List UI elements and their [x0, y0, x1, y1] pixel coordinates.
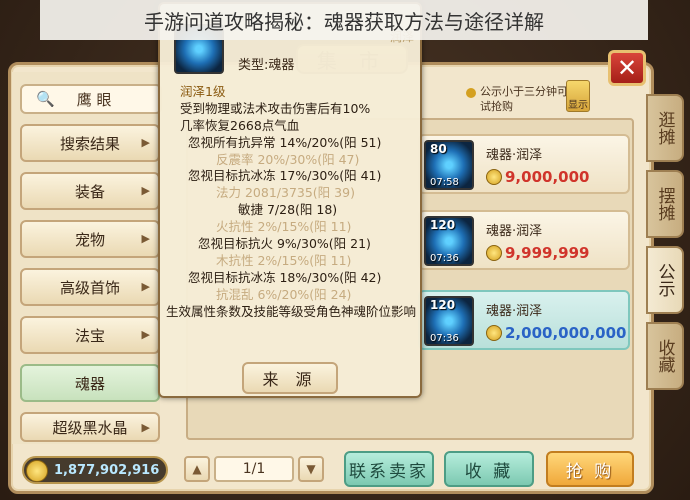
attribute-line: 受到物理或法术攻击伤害后有10% [180, 100, 371, 116]
price-value: 9,999,999 [505, 244, 590, 262]
item-time: 07:58 [430, 177, 459, 188]
item-level: 80 [430, 142, 447, 156]
sidebar-item-search-results[interactable]: 搜索结果 ▶ [20, 124, 160, 162]
contact-seller-button[interactable]: 联系卖家 [344, 451, 434, 487]
tab-set-stall[interactable]: 摆摊 [646, 170, 684, 238]
coin-icon [486, 325, 502, 341]
tab-browse-stalls[interactable]: 逛摊 [646, 94, 684, 162]
sidebar-item-label: 搜索结果 [59, 134, 120, 153]
chevron-down-icon: ▼ [306, 462, 316, 476]
attribute-line: 润泽1级 [180, 84, 226, 99]
chevron-right-icon: ▶ [141, 421, 150, 434]
tab-favorites[interactable]: 收藏 [646, 322, 684, 390]
item-time: 07:36 [430, 253, 459, 264]
sidebar-item-equipment[interactable]: 装备 ▶ [20, 172, 160, 210]
attribute-line: 反震率 20%/30%(阳 47) [216, 151, 360, 167]
listing-card[interactable]: 120 07:36 魂器·润泽 9,999,999 [418, 210, 630, 270]
attribute-line: 忽视目标抗冰冻 18%/30%(阳 42) [188, 269, 382, 285]
chevron-right-icon: ▶ [141, 184, 150, 197]
notice-text: 公示小于三分钟可尝试抢购 [480, 85, 579, 113]
page-up-button[interactable]: ▲ [184, 456, 210, 482]
sidebar-item-black-crystal[interactable]: 超级黑水晶 ▶ [20, 412, 160, 442]
attribute-line: 敏捷 7/28(阳 18) [238, 202, 338, 218]
money-value: 1,877,902,916 [54, 462, 160, 478]
search-icon: 🔍 [36, 90, 55, 108]
sidebar-item-jewelry[interactable]: 高级首饰 ▶ [20, 268, 160, 306]
listing-card[interactable]: 80 07:58 魂器·润泽 9,000,000 [418, 134, 630, 194]
item-tooltip: 类型:魂器 润泽 润泽1级受到物理或法术攻击伤害后有10%几率恢复2668点气血… [158, 2, 422, 398]
attribute-line: 忽视目标抗火 9%/30%(阳 21) [198, 236, 371, 252]
sidebar-item-label: 魂器 [74, 374, 105, 393]
buy-button[interactable]: 抢 购 [546, 451, 634, 487]
close-button[interactable]: ✕ [608, 50, 646, 86]
page-indicator: 1/1 [214, 456, 294, 482]
attribute-line: 几率恢复2668点气血 [180, 117, 300, 133]
chevron-right-icon: ▶ [141, 232, 150, 245]
price-value: 9,000,000 [505, 168, 590, 186]
sidebar-item-pets[interactable]: 宠物 ▶ [20, 220, 160, 258]
item-name: 魂器·润泽 [486, 224, 543, 239]
chevron-right-icon: ▶ [141, 280, 150, 293]
source-button[interactable]: 来 源 [242, 362, 338, 394]
item-time: 07:36 [430, 333, 459, 344]
attribute-line: 法力 2081/3735(阳 39) [216, 185, 355, 201]
sidebar-item-soul-vessel[interactable]: 魂器 [20, 364, 160, 402]
search-label: 鹰 眼 [76, 90, 112, 109]
soul-vessel-item-icon: 120 07:36 [424, 216, 474, 266]
soul-vessel-item-icon: 80 07:58 [424, 140, 474, 190]
public-notice-badge[interactable]: 显示 [566, 80, 590, 112]
coin-icon [486, 245, 502, 261]
tab-public-notice[interactable]: 公示 [646, 246, 684, 314]
item-name: 魂器·润泽 [486, 304, 543, 319]
info-icon [466, 88, 476, 98]
sidebar-item-label: 法宝 [74, 326, 105, 345]
money-display: 1,877,902,916 [22, 456, 168, 484]
item-price: 9,000,000 [486, 168, 589, 186]
coin-icon [486, 169, 502, 185]
sidebar-item-label: 超级黑水晶 [52, 418, 128, 437]
attribute-line: 忽视所有抗异常 14%/20%(阳 51) [188, 134, 382, 150]
search-button[interactable]: 🔍 鹰 眼 [20, 84, 162, 114]
coin-icon [26, 460, 48, 482]
attribute-line: 忽视目标抗冰冻 17%/30%(阳 41) [188, 168, 382, 184]
item-attributes: 润泽1级 受到物理或法术攻击伤害后有10% 几率恢复2668点气血 忽视所有抗异常 1… [160, 84, 424, 320]
price-value: 2,000,000,000 [505, 324, 627, 342]
sidebar-item-label: 高级首饰 [59, 278, 120, 297]
chevron-right-icon: ▶ [141, 136, 150, 149]
attribute-line: 火抗性 2%/15%(阳 11) [216, 219, 352, 235]
item-price: 9,999,999 [486, 244, 589, 262]
close-icon: ✕ [616, 54, 638, 82]
page-title: 手游问道攻略揭秘：魂器获取方法与途径详解 [40, 0, 648, 40]
chevron-right-icon: ▶ [141, 328, 150, 341]
attribute-line: 生效属性条数及技能等级受角色神魂阶位影响 [166, 303, 417, 319]
item-type: 类型:魂器 [238, 58, 295, 73]
sidebar-item-label: 装备 [74, 182, 105, 201]
sidebar-item-label: 宠物 [74, 230, 105, 249]
chevron-up-icon: ▲ [192, 462, 202, 476]
item-name: 魂器·润泽 [486, 148, 543, 163]
sidebar-item-artifact[interactable]: 法宝 ▶ [20, 316, 160, 354]
item-level: 120 [430, 298, 456, 312]
item-level: 120 [430, 218, 456, 232]
attribute-line: 木抗性 2%/15%(阳 11) [216, 252, 352, 268]
attribute-line: 抗混乱 6%/20%(阳 24) [216, 286, 352, 302]
page-down-button[interactable]: ▼ [298, 456, 324, 482]
favorite-button[interactable]: 收 藏 [444, 451, 534, 487]
soul-vessel-item-icon: 120 07:36 [424, 296, 474, 346]
badge-label: 显示 [568, 100, 588, 111]
listing-card-selected[interactable]: 120 07:36 魂器·润泽 2,000,000,000 [418, 290, 630, 350]
item-price: 2,000,000,000 [486, 324, 626, 342]
